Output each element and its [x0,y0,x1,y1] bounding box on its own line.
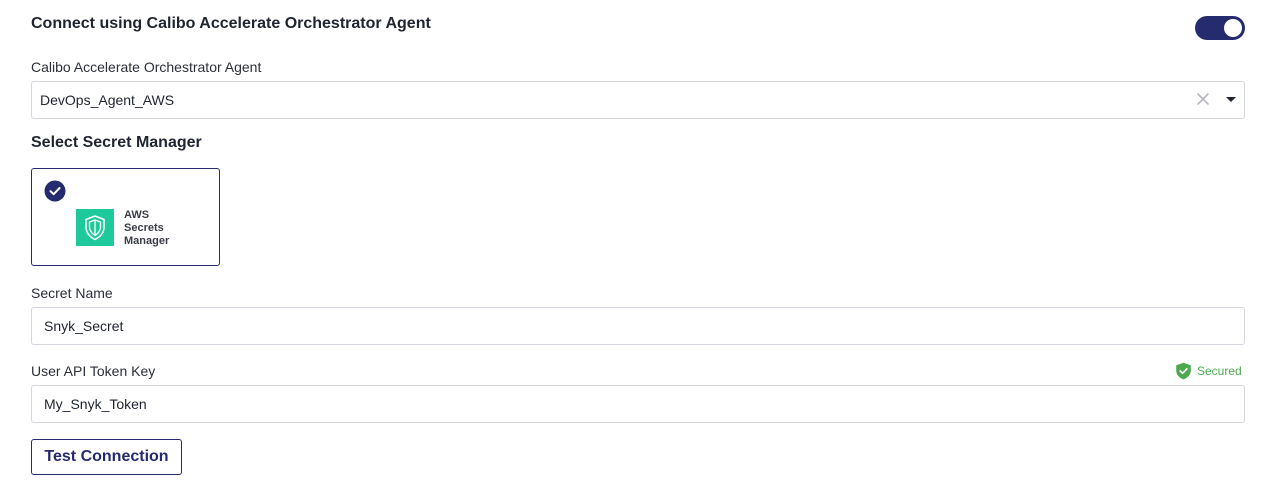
agent-select[interactable]: DevOps_Agent_AWS [31,81,1245,119]
agent-select-value: DevOps_Agent_AWS [40,92,175,108]
aws-secrets-manager-card[interactable]: AWS Secrets Manager [31,168,220,266]
secret-name-label: Secret Name [31,285,113,301]
connection-settings-panel: Connect using Calibo Accelerate Orchestr… [0,0,1278,502]
check-circle-icon [44,180,66,202]
toggle-knob [1224,19,1242,37]
agent-toggle[interactable] [1195,16,1245,40]
aws-label-line: AWS [124,209,150,221]
caret-down-icon[interactable] [1222,90,1240,108]
api-token-input[interactable] [31,385,1245,423]
agent-section-title: Connect using Calibo Accelerate Orchestr… [31,15,431,32]
close-icon[interactable] [1194,90,1212,108]
shield-icon [76,209,114,246]
agent-field-label: Calibo Accelerate Orchestrator Agent [31,59,262,75]
secured-label: Secured [1197,364,1242,378]
aws-label-line: Secrets [124,222,164,234]
aws-label-line: Manager [124,235,170,247]
secret-name-input[interactable] [31,307,1245,345]
shield-check-icon [1176,362,1191,380]
secret-manager-title: Select Secret Manager [31,134,202,151]
test-connection-button[interactable]: Test Connection [31,439,182,475]
api-token-label: User API Token Key [31,363,156,379]
aws-secrets-manager-label: AWS Secrets Manager [124,209,204,248]
secured-badge: Secured [1175,362,1242,380]
